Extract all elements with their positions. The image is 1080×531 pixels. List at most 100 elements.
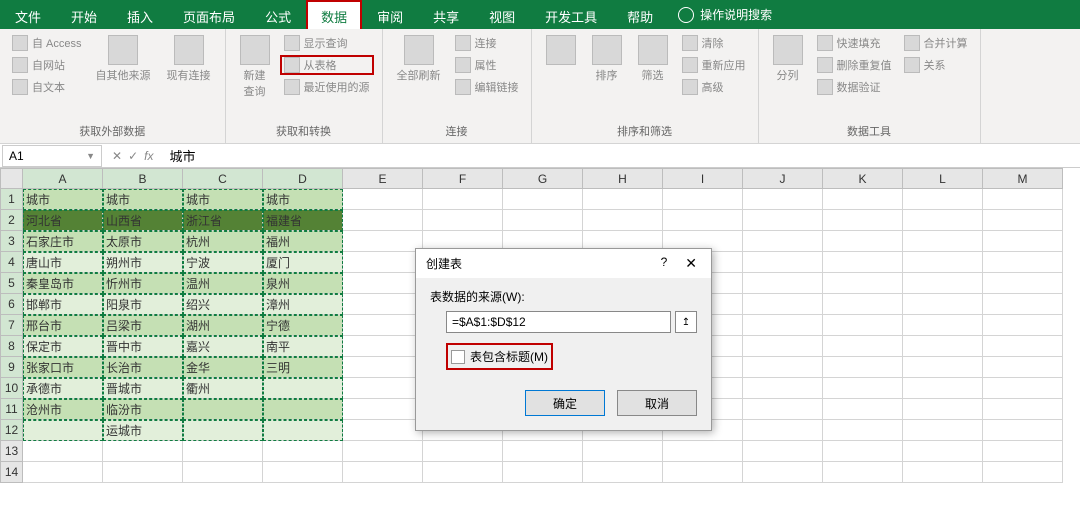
range-selector-button[interactable]: ↥	[675, 311, 697, 333]
cell[interactable]	[343, 357, 423, 378]
row-header[interactable]: 1	[1, 189, 23, 210]
cell[interactable]: 厦门	[263, 252, 343, 273]
cell[interactable]: 泉州	[263, 273, 343, 294]
from-text-button[interactable]: 自文本	[8, 77, 86, 97]
cell[interactable]	[503, 462, 583, 483]
cell[interactable]: 张家口市	[23, 357, 103, 378]
cell[interactable]	[23, 462, 103, 483]
column-header[interactable]: E	[343, 169, 423, 189]
cell[interactable]	[823, 336, 903, 357]
cell[interactable]	[343, 462, 423, 483]
cell[interactable]	[983, 336, 1063, 357]
has-headers-checkbox-row[interactable]: 表包含标题(M)	[446, 343, 553, 370]
cell[interactable]	[23, 441, 103, 462]
cell[interactable]	[343, 420, 423, 441]
cell[interactable]	[823, 357, 903, 378]
cell[interactable]	[343, 210, 423, 231]
cell[interactable]	[983, 357, 1063, 378]
tab-data[interactable]: 数据	[306, 0, 362, 29]
name-box[interactable]: A1 ▼	[2, 145, 102, 167]
cell[interactable]	[263, 378, 343, 399]
cell[interactable]: 晋城市	[103, 378, 183, 399]
cell[interactable]	[743, 231, 823, 252]
cell[interactable]	[903, 315, 983, 336]
cell[interactable]: 临汾市	[103, 399, 183, 420]
cell[interactable]	[823, 441, 903, 462]
cell[interactable]: 漳州	[263, 294, 343, 315]
cell[interactable]	[823, 273, 903, 294]
data-validation-button[interactable]: 数据验证	[813, 77, 896, 97]
cell[interactable]	[903, 462, 983, 483]
cell[interactable]: 承德市	[23, 378, 103, 399]
cell[interactable]	[503, 441, 583, 462]
tab-review[interactable]: 审阅	[362, 0, 418, 29]
cell[interactable]	[263, 420, 343, 441]
cell[interactable]	[583, 210, 663, 231]
cell[interactable]	[103, 462, 183, 483]
cell[interactable]	[263, 399, 343, 420]
cell[interactable]	[903, 441, 983, 462]
cell[interactable]	[983, 252, 1063, 273]
cell[interactable]	[263, 441, 343, 462]
column-header[interactable]: I	[663, 169, 743, 189]
consolidate-button[interactable]: 合并计算	[900, 33, 972, 53]
tab-share[interactable]: 共享	[418, 0, 474, 29]
cell[interactable]	[983, 378, 1063, 399]
cell[interactable]	[663, 189, 743, 210]
cell[interactable]: 运城市	[103, 420, 183, 441]
row-header[interactable]: 11	[1, 399, 23, 420]
cell[interactable]: 吕梁市	[103, 315, 183, 336]
column-header[interactable]: D	[263, 169, 343, 189]
tab-file[interactable]: 文件	[0, 0, 56, 29]
cell[interactable]: 朔州市	[103, 252, 183, 273]
cell[interactable]: 河北省	[23, 210, 103, 231]
tab-formula[interactable]: 公式	[250, 0, 306, 29]
cell[interactable]	[183, 399, 263, 420]
cell[interactable]	[743, 462, 823, 483]
cell[interactable]	[743, 210, 823, 231]
column-header[interactable]: M	[983, 169, 1063, 189]
cell[interactable]	[983, 420, 1063, 441]
tab-layout[interactable]: 页面布局	[168, 0, 250, 29]
column-header[interactable]: C	[183, 169, 263, 189]
cell[interactable]	[903, 378, 983, 399]
cell[interactable]: 太原市	[103, 231, 183, 252]
cell[interactable]	[423, 189, 503, 210]
tell-me-search[interactable]: 操作说明搜索	[668, 0, 782, 29]
cell[interactable]	[423, 210, 503, 231]
cell[interactable]	[343, 231, 423, 252]
cell[interactable]: 石家庄市	[23, 231, 103, 252]
cell[interactable]: 忻州市	[103, 273, 183, 294]
flash-fill-button[interactable]: 快速填充	[813, 33, 896, 53]
cell[interactable]: 福州	[263, 231, 343, 252]
sort-az-button[interactable]	[540, 33, 582, 69]
cell[interactable]: 杭州	[183, 231, 263, 252]
relationships-button[interactable]: 关系	[900, 55, 972, 75]
column-header[interactable]: H	[583, 169, 663, 189]
cancel-formula-icon[interactable]: ✕	[112, 149, 122, 163]
row-header[interactable]: 7	[1, 315, 23, 336]
cell[interactable]	[743, 336, 823, 357]
row-header[interactable]: 13	[1, 441, 23, 462]
column-header[interactable]: J	[743, 169, 823, 189]
cell[interactable]	[263, 462, 343, 483]
cell[interactable]	[903, 231, 983, 252]
cell[interactable]: 保定市	[23, 336, 103, 357]
cell[interactable]: 山西省	[103, 210, 183, 231]
cell[interactable]	[343, 273, 423, 294]
select-all-corner[interactable]	[1, 169, 23, 189]
cell[interactable]: 金华	[183, 357, 263, 378]
cell[interactable]: 宁波	[183, 252, 263, 273]
cell[interactable]: 宁德	[263, 315, 343, 336]
from-web-button[interactable]: 自网站	[8, 55, 86, 75]
cell[interactable]	[823, 462, 903, 483]
cell[interactable]: 嘉兴	[183, 336, 263, 357]
filter-button[interactable]: 筛选	[632, 33, 674, 85]
cell[interactable]	[343, 399, 423, 420]
cell[interactable]	[823, 210, 903, 231]
properties-button[interactable]: 属性	[451, 55, 523, 75]
chevron-down-icon[interactable]: ▼	[86, 151, 95, 161]
refresh-all-button[interactable]: 全部刷新	[391, 33, 447, 85]
cell[interactable]: 阳泉市	[103, 294, 183, 315]
cell[interactable]	[903, 336, 983, 357]
